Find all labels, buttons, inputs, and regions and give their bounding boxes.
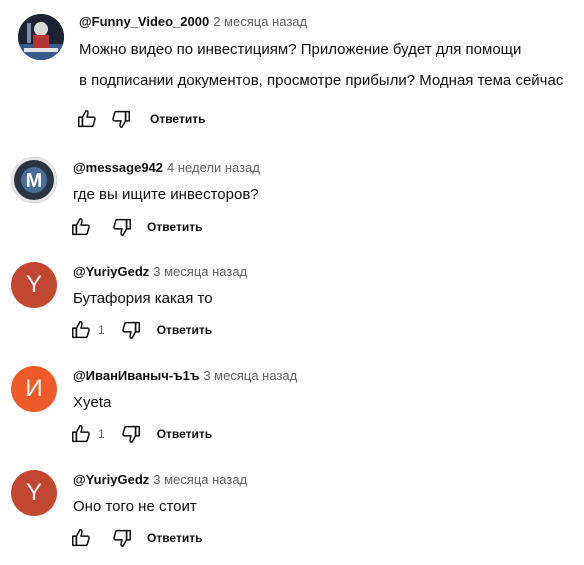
reply-button[interactable]: Ответить (147, 220, 202, 234)
reply-button[interactable]: Ответить (147, 531, 202, 545)
dislike-button[interactable] (110, 215, 134, 239)
reply-button[interactable]: Ответить (157, 323, 212, 337)
comment-actions: Ответить (69, 215, 202, 239)
avatar-letter: И (25, 375, 43, 402)
m-emblem-avatar-icon: M (11, 157, 57, 203)
comment-actions: 1 Ответить (69, 422, 212, 446)
comment-timestamp[interactable]: 2 месяца назад (213, 14, 307, 29)
thumbs-down-icon (112, 110, 130, 128)
author-name[interactable]: @ИванИваныч-ъ1ъ (73, 368, 199, 383)
comment-timestamp[interactable]: 3 месяца назад (153, 472, 247, 487)
thumbs-down-icon (113, 218, 131, 236)
comment-text-line: Оно того не стоит (73, 498, 197, 515)
avatar[interactable]: Y (11, 262, 57, 308)
like-count: 1 (98, 427, 105, 441)
comment-actions: Ответить (69, 526, 202, 550)
dislike-button[interactable] (109, 107, 133, 131)
comment-text-line: в подписании документов, просмотре прибы… (79, 72, 564, 89)
avatar[interactable]: И (11, 366, 57, 412)
avatar-letter: Y (25, 271, 42, 298)
comment-text-line: Можно видео по инвестициям? Приложение б… (79, 41, 522, 58)
thumbs-up-icon (72, 321, 90, 339)
comment-header: @ИванИваныч-ъ1ъ 3 месяца назад (73, 368, 297, 383)
author-name[interactable]: @message942 (73, 160, 163, 175)
dislike-button[interactable] (110, 526, 134, 550)
author-name[interactable]: @YuriyGedz (73, 472, 149, 487)
comment-text: где вы ищите инвесторов? (73, 181, 259, 208)
reply-button[interactable]: Ответить (157, 427, 212, 441)
like-button[interactable] (75, 107, 99, 131)
author-name[interactable]: @YuriyGedz (73, 264, 149, 279)
comment-text-line: где вы ищите инвесторов? (73, 186, 259, 203)
avatar[interactable]: Y (11, 470, 57, 516)
avatar-letter: Y (25, 479, 42, 506)
like-button[interactable] (69, 526, 93, 550)
comment-timestamp[interactable]: 3 месяца назад (153, 264, 247, 279)
comment-text: Оно того не стоит (73, 493, 197, 520)
comment-header: @YuriyGedz 3 месяца назад (73, 472, 247, 487)
thumbs-down-icon (121, 425, 140, 443)
comment-header: @message942 4 недели назад (73, 160, 260, 175)
thumbs-up-icon (72, 529, 90, 547)
thumbs-up-icon (78, 110, 96, 128)
dislike-button[interactable] (119, 318, 143, 342)
thumbs-up-icon (72, 218, 90, 236)
like-count: 1 (98, 323, 105, 337)
comment-header: @YuriyGedz 3 месяца назад (73, 264, 247, 279)
avatar[interactable]: M (11, 157, 57, 203)
comment-header: @Funny_Video_2000 2 месяца назад (79, 14, 307, 29)
comment-timestamp[interactable]: 3 месяца назад (203, 368, 297, 383)
like-button[interactable] (69, 422, 93, 446)
comment-text-line: Хyeta (73, 394, 112, 411)
dislike-button[interactable] (119, 422, 143, 446)
comment-text: Хyeta (73, 389, 111, 416)
author-name[interactable]: @Funny_Video_2000 (79, 14, 209, 29)
reply-button[interactable]: Ответить (150, 112, 205, 126)
thumbs-up-icon (72, 425, 90, 443)
comment-text-line: Бутафория какая то (73, 290, 213, 307)
comment-actions: Ответить (75, 107, 205, 131)
thumbs-down-icon (121, 321, 140, 339)
comment-text: Бутафория какая то (73, 285, 213, 312)
avatar[interactable] (18, 14, 64, 60)
svg-text:M: M (26, 170, 43, 192)
video-thumbnail-avatar-icon (18, 14, 64, 60)
comment-actions: 1 Ответить (69, 318, 212, 342)
comment-text: Можно видео по инвестициям? Приложение б… (79, 36, 563, 94)
like-button[interactable] (69, 215, 93, 239)
like-button[interactable] (69, 318, 93, 342)
thumbs-down-icon (113, 529, 131, 547)
comment-timestamp[interactable]: 4 недели назад (167, 160, 260, 175)
